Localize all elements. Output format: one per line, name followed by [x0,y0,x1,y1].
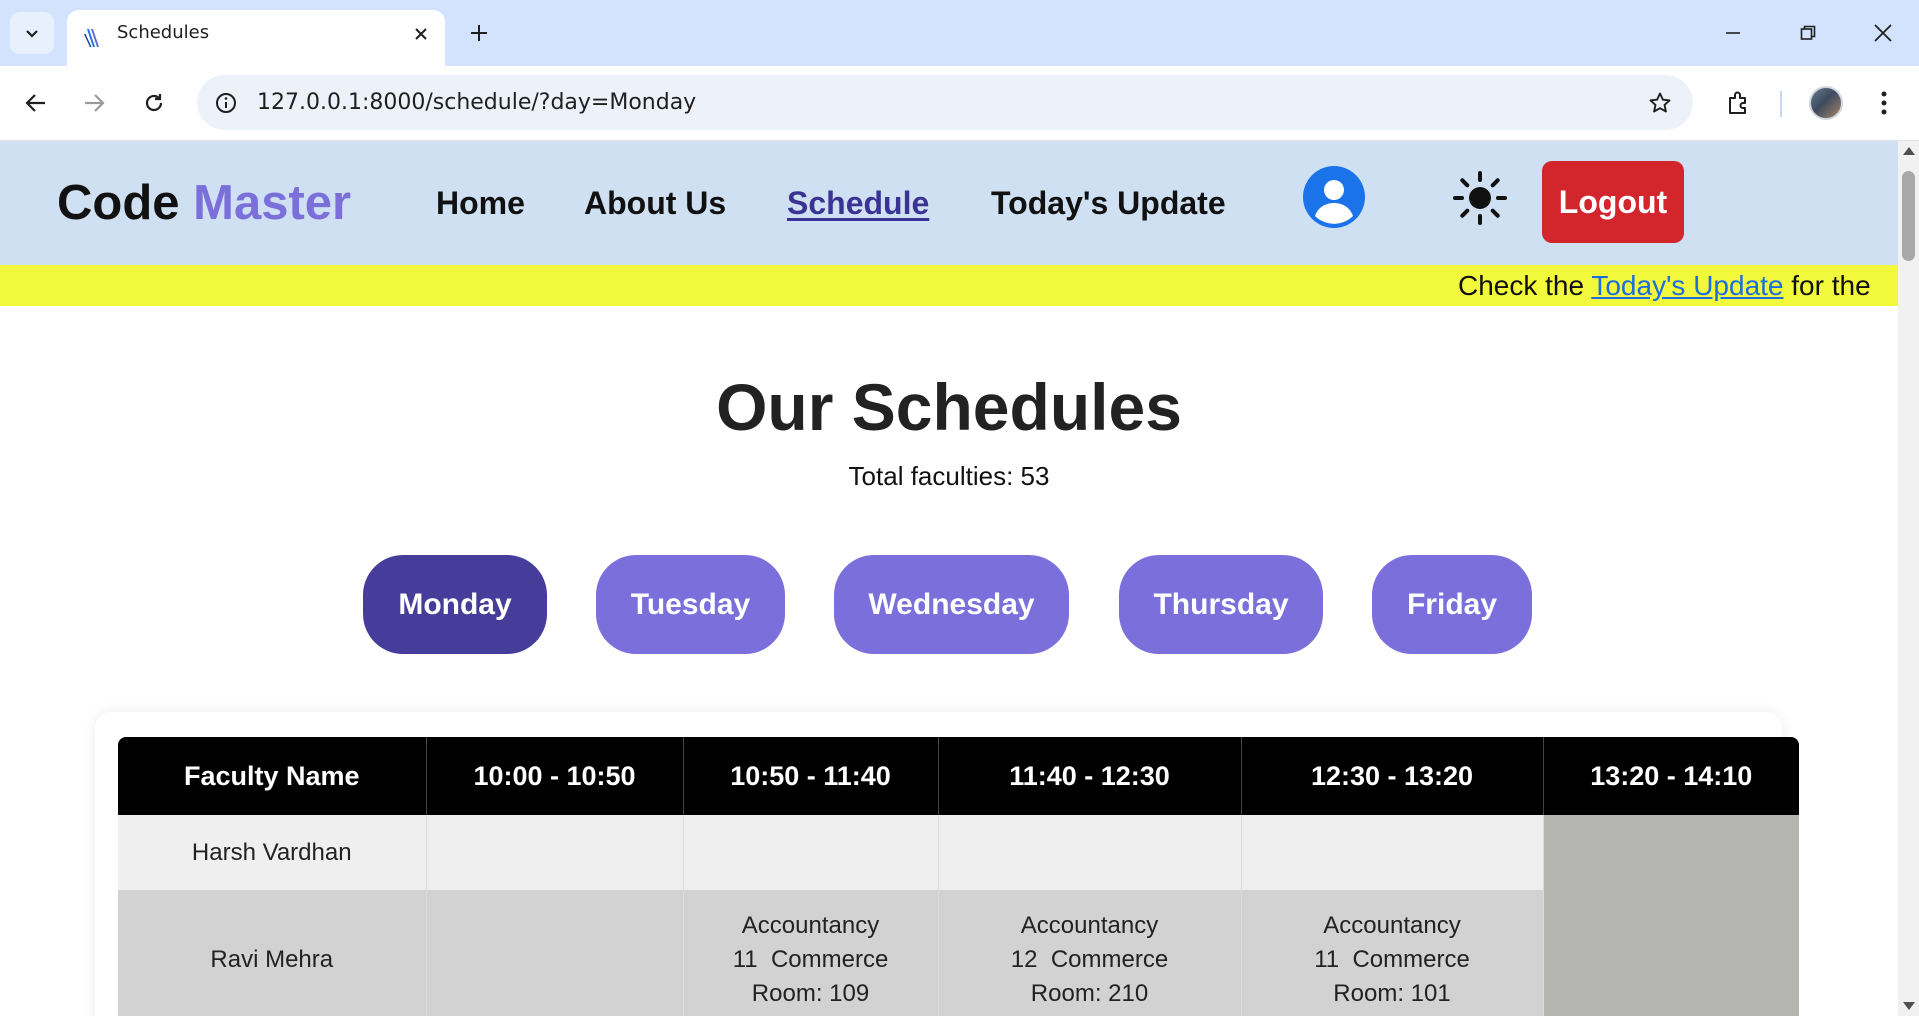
arrow-left-icon [25,94,45,112]
nav-home[interactable]: Home [436,141,525,265]
room-text: Room: 210 [1030,980,1149,1007]
logout-button[interactable]: Logout [1542,161,1684,243]
subject-text: Accountancy [1323,912,1461,939]
day-button-wednesday[interactable]: Wednesday [834,555,1069,654]
logo-main-text: Code [57,176,180,230]
extensions-button[interactable] [1718,82,1760,124]
restore-button[interactable] [1783,10,1833,56]
day-button-friday[interactable]: Friday [1372,555,1532,654]
logo-accent-text: Master [193,176,352,230]
total-faculties: Total faculties: 53 [848,461,1050,491]
arrow-right-icon [85,94,105,112]
schedule-cell [426,890,684,1016]
scroll-down-arrow-icon[interactable] [1903,1002,1915,1010]
plus-icon [471,25,487,41]
site-header: Code Master Home About Us Schedule Today… [0,141,1898,265]
tab-close-icon[interactable] [409,22,433,46]
ticker-todays-update-link[interactable]: Today's Update [1591,270,1783,301]
table-row: Harsh Vardhan [118,815,1799,1016]
header-slot-2: 10:50 - 11:40 [683,737,939,815]
header-slot-4: 12:30 - 13:20 [1241,737,1544,815]
scrollbar-thumb[interactable] [1902,171,1915,261]
nav-schedule[interactable]: Schedule [787,141,929,265]
faculty-name-cell: Ravi Mehra [118,890,427,1016]
browser-tab-bar: Schedules [0,0,1919,66]
reload-button[interactable] [133,82,175,124]
profile-avatar[interactable] [1809,86,1843,120]
room-text: Room: 109 [751,980,870,1007]
browser-menu-button[interactable] [1867,82,1901,124]
theme-toggle-sun-icon[interactable] [1453,171,1507,225]
class-text: 12 Commerce [1010,946,1169,973]
day-button-thursday[interactable]: Thursday [1119,555,1323,654]
new-tab-button[interactable] [462,16,496,50]
page-viewport: Code Master Home About Us Schedule Today… [0,141,1898,1016]
schedule-cell [1241,815,1544,890]
nav-about-us[interactable]: About Us [584,141,726,265]
chevron-down-icon [26,30,38,38]
minimize-button[interactable] [1708,10,1758,56]
day-button-tuesday[interactable]: Tuesday [596,555,785,654]
room-text: Room: 101 [1333,980,1451,1007]
browser-tab-active[interactable]: Schedules [67,10,445,66]
toolbar-divider [1780,91,1782,117]
tab-search-button[interactable] [10,12,54,54]
site-favicon-icon [84,29,99,47]
schedule-cell: Accountancy 11 Commerce Room: 101 [1241,890,1544,1016]
restore-icon [1800,25,1816,40]
subject-text: Accountancy [1020,912,1159,939]
site-info-icon[interactable] [211,88,241,118]
page-title: Our Schedules [716,370,1182,444]
day-button-monday[interactable]: Monday [363,555,547,654]
header-slot-1: 10:00 - 10:50 [426,737,684,815]
browser-toolbar: 127.0.0.1:8000/schedule/?day=Monday [0,66,1919,141]
scroll-up-arrow-icon[interactable] [1903,147,1915,155]
bookmark-star-icon[interactable] [1645,88,1675,118]
schedule-cell: Accountancy 12 Commerce Room: 210 [938,890,1242,1016]
ticker-text: Check the Today's Update for the [1458,265,1871,306]
class-text: 11 Commerce [732,946,889,973]
faculty-name-cell: Harsh Vardhan [118,815,427,890]
lunch-break-cell [1543,815,1799,1016]
back-button[interactable] [15,82,57,124]
close-window-button[interactable] [1858,10,1908,56]
user-profile-icon[interactable] [1303,166,1365,228]
schedule-table: Faculty Name 10:00 - 10:50 10:50 - 11:40… [118,737,1799,1016]
header-slot-3: 11:40 - 12:30 [938,737,1242,815]
url-text[interactable]: 127.0.0.1:8000/schedule/?day=Monday [257,75,696,130]
header-slot-5: 13:20 - 14:10 [1543,737,1799,815]
table-header-row: Faculty Name 10:00 - 10:50 10:50 - 11:40… [118,737,1799,815]
subject-text: Accountancy [741,912,880,939]
puzzle-icon [1729,91,1746,114]
tab-title: Schedules [117,22,210,43]
schedule-cell [426,815,684,890]
ticker-suffix: for the [1791,270,1871,301]
ticker-prefix: Check the [1458,270,1585,301]
announcement-ticker: Check the Today's Update for the [0,265,1898,306]
schedule-cell [683,815,939,890]
schedule-cell [938,815,1242,890]
header-faculty-name: Faculty Name [118,737,427,815]
address-bar[interactable]: 127.0.0.1:8000/schedule/?day=Monday [197,75,1693,130]
site-logo[interactable]: Code Master [57,141,351,265]
kebab-menu-icon [1881,91,1887,115]
forward-button[interactable] [73,82,115,124]
close-icon [1874,24,1892,42]
nav-todays-update[interactable]: Today's Update [991,141,1226,265]
schedule-cell: Accountancy 11 Commerce Room: 109 [683,890,939,1016]
minimize-icon [1726,32,1740,34]
reload-icon [145,94,163,112]
class-text: 11 Commerce [1314,946,1470,973]
page-scrollbar[interactable] [1898,141,1919,1016]
